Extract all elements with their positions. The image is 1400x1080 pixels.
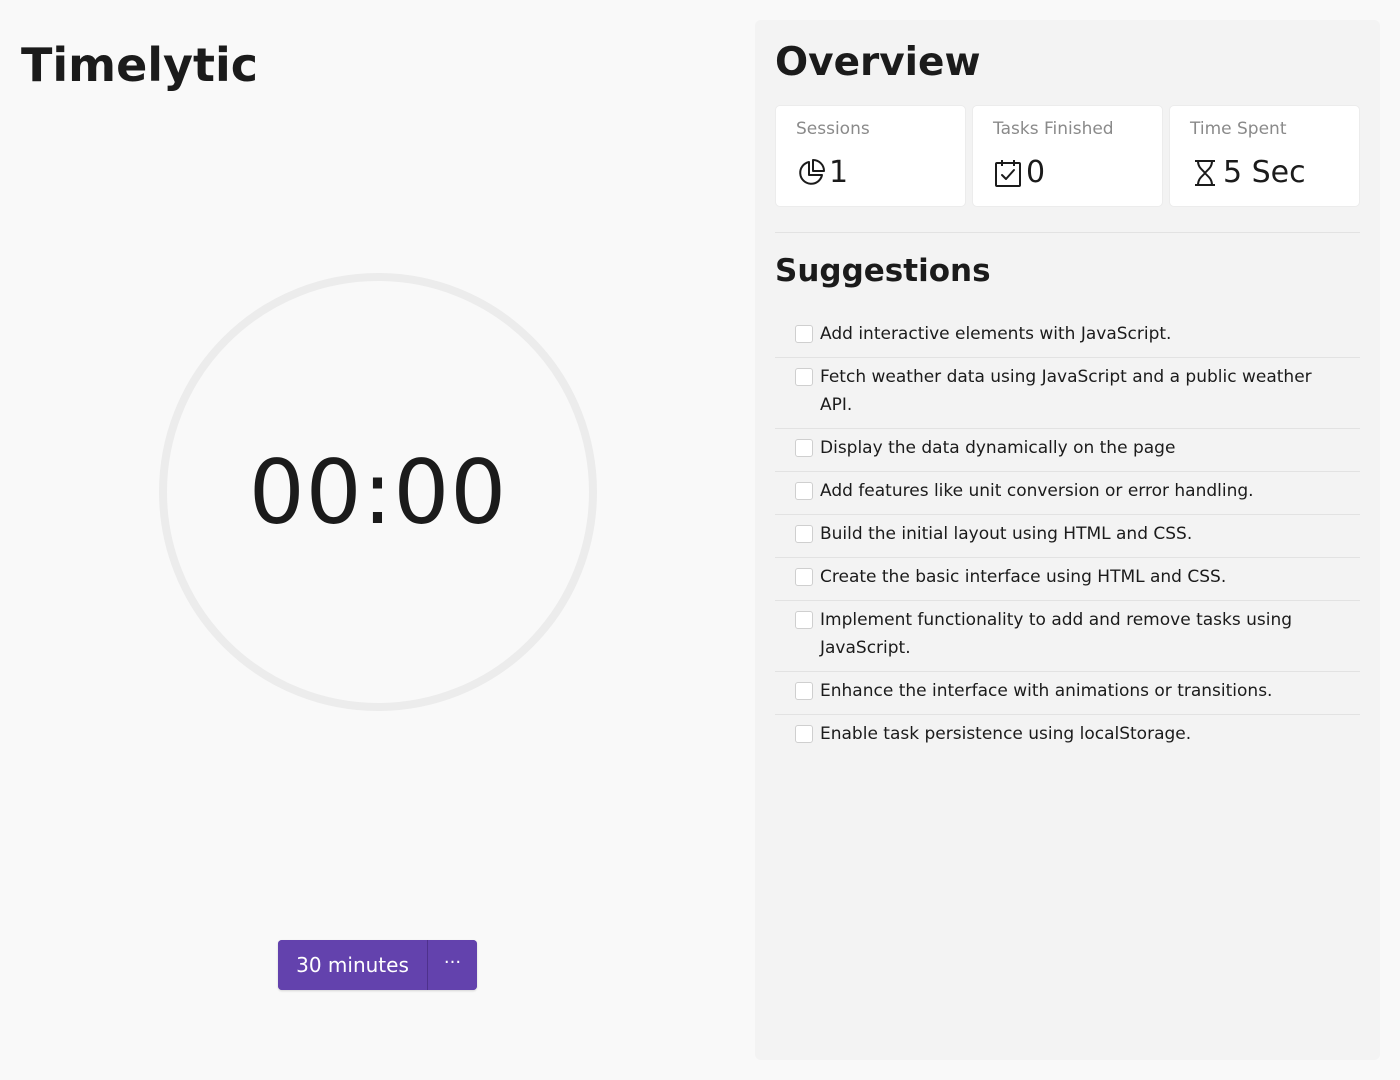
stats-row: Sessions 1 Tasks Finished 0 Time Spent 5…	[775, 105, 1360, 207]
stat-label: Time Spent	[1190, 119, 1287, 139]
suggestion-checkbox[interactable]	[795, 368, 813, 386]
suggestion-checkbox[interactable]	[795, 568, 813, 586]
stat-value: 0	[1026, 155, 1046, 190]
stat-value: 1	[829, 155, 849, 190]
suggestion-item: Implement functionality to add and remov…	[775, 601, 1360, 672]
suggestion-text: Add features like unit conversion or err…	[820, 481, 1254, 501]
timer-display: 00:00	[248, 440, 508, 544]
suggestion-item: Enhance the interface with animations or…	[775, 672, 1360, 715]
section-divider	[775, 232, 1360, 233]
app-title: Timelytic	[21, 38, 259, 92]
stat-card-sessions: Sessions 1	[775, 105, 966, 207]
suggestion-item: Build the initial layout using HTML and …	[775, 515, 1360, 558]
duration-control: 30 minutes ···	[278, 940, 477, 990]
suggestion-checkbox[interactable]	[795, 325, 813, 343]
suggestion-item: Enable task persistence using localStora…	[775, 715, 1360, 757]
more-options-button[interactable]: ···	[428, 940, 477, 990]
suggestion-list: Add interactive elements with JavaScript…	[775, 315, 1360, 757]
suggestion-item: Display the data dynamically on the page	[775, 429, 1360, 472]
overview-title: Overview	[775, 40, 981, 85]
stat-value-row: 5 Sec	[1190, 156, 1359, 190]
suggestion-text: Create the basic interface using HTML an…	[820, 567, 1227, 587]
stat-label: Tasks Finished	[993, 119, 1114, 139]
suggestion-item: Add interactive elements with JavaScript…	[775, 315, 1360, 358]
suggestion-item: Fetch weather data using JavaScript and …	[775, 358, 1360, 429]
suggestion-text: Build the initial layout using HTML and …	[820, 524, 1193, 544]
timer-pane: Timelytic 00:00 30 minutes ···	[0, 0, 755, 1080]
suggestion-checkbox[interactable]	[795, 682, 813, 700]
hourglass-icon	[1190, 158, 1220, 188]
stat-card-tasks-finished: Tasks Finished 0	[972, 105, 1163, 207]
suggestion-checkbox[interactable]	[795, 439, 813, 457]
suggestion-checkbox[interactable]	[795, 482, 813, 500]
suggestion-item: Create the basic interface using HTML an…	[775, 558, 1360, 601]
stat-value-row: 0	[993, 156, 1162, 190]
suggestion-text: Display the data dynamically on the page	[820, 438, 1176, 458]
suggestion-checkbox[interactable]	[795, 611, 813, 629]
stat-label: Sessions	[796, 119, 870, 139]
suggestion-text: Implement functionality to add and remov…	[820, 610, 1293, 658]
duration-button[interactable]: 30 minutes	[278, 940, 427, 990]
stat-value-row: 1	[796, 156, 965, 190]
suggestion-text: Add interactive elements with JavaScript…	[820, 324, 1172, 344]
suggestion-checkbox[interactable]	[795, 525, 813, 543]
suggestion-item: Add features like unit conversion or err…	[775, 472, 1360, 515]
suggestion-text: Enhance the interface with animations or…	[820, 681, 1273, 701]
pie-chart-icon	[796, 158, 826, 188]
suggestion-text: Fetch weather data using JavaScript and …	[820, 367, 1312, 415]
calendar-check-icon	[993, 158, 1023, 188]
stat-value: 5 Sec	[1223, 155, 1306, 190]
stat-card-time-spent: Time Spent 5 Sec	[1169, 105, 1360, 207]
suggestion-checkbox[interactable]	[795, 725, 813, 743]
suggestions-title: Suggestions	[775, 253, 991, 289]
overview-panel: Overview Sessions 1 Tasks Finished 0 Tim…	[755, 20, 1380, 1060]
suggestion-text: Enable task persistence using localStora…	[820, 724, 1192, 744]
